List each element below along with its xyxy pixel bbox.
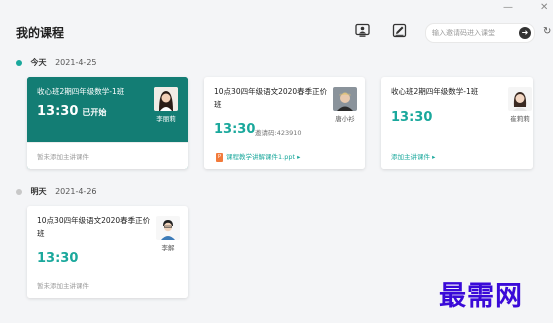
course-time: 13:30	[214, 122, 256, 137]
course-status: 已开始	[82, 108, 107, 117]
add-courseware-link[interactable]: 添加主讲课件 ▸	[391, 151, 435, 161]
course-title: 10点30四年级语文2020春季正价班	[37, 216, 151, 238]
section-day: 今天	[30, 58, 47, 67]
refresh-icon[interactable]: ↻	[543, 26, 551, 37]
teacher-name: 李解	[161, 244, 175, 252]
watermark-logo: 最需网	[439, 281, 523, 312]
course-card[interactable]: 收心班2期四年级数学-1班 13:30 已开始 李丽莉 暂未添加主讲课件	[27, 77, 188, 169]
page-title: 我的课程	[16, 26, 65, 40]
teacher-name: 李丽莉	[156, 115, 176, 123]
card-footer: 暂未添加主讲课件	[27, 272, 188, 298]
invite-code: 邀请码:423910	[255, 129, 302, 137]
course-title: 收心班2期四年级数学-1班	[37, 87, 125, 96]
minimize-button[interactable]: —	[503, 2, 513, 14]
close-button[interactable]: ✕	[540, 2, 548, 14]
course-card[interactable]: 收心班2期四年级数学-1班 13:30 崔莉莉 添加主讲课件 ▸	[381, 77, 533, 169]
section-header-tomorrow: 明天 2021-4-26	[16, 186, 97, 197]
course-time: 13:30	[37, 251, 79, 266]
avatar	[154, 87, 178, 111]
avatar	[156, 216, 180, 240]
course-card[interactable]: 10点30四年级语文2020春季正价班 13:30 李解 暂未添加主讲课件	[27, 206, 188, 298]
section-day: 明天	[30, 187, 47, 196]
section-dot	[16, 59, 22, 66]
card-footer: P 课程教学讲解课件1.ppt ▸	[204, 143, 365, 169]
pen-edit-icon[interactable]	[392, 23, 407, 38]
course-time: 13:30	[391, 110, 433, 125]
course-title: 收心班2期四年级数学-1班	[391, 87, 479, 96]
courseware-status: 暂未添加主讲课件	[37, 153, 89, 161]
course-time: 13:30 已开始	[37, 104, 107, 119]
course-title: 10点30四年级语文2020春季正价班	[214, 87, 328, 109]
section-date: 2021-4-25	[55, 58, 97, 67]
avatar	[508, 87, 532, 111]
search-box: ➜	[425, 23, 535, 43]
course-card[interactable]: 10点30四年级语文2020春季正价班 13:30 邀请码:423910 唐小衫…	[204, 77, 365, 169]
section-header-today: 今天 2021-4-25	[16, 57, 97, 68]
search-go-icon[interactable]: ➜	[519, 27, 531, 39]
avatar	[333, 87, 357, 111]
section-dot	[16, 188, 22, 195]
courseware-link[interactable]: P 课程教学讲解课件1.ppt ▸	[216, 151, 300, 162]
teacher-name: 崔莉莉	[510, 115, 530, 123]
monitor-person-icon[interactable]	[355, 23, 370, 38]
courseware-status: 暂未添加主讲课件	[37, 282, 89, 290]
ppt-file-icon: P	[216, 152, 223, 162]
card-footer: 暂未添加主讲课件	[27, 142, 188, 169]
section-date: 2021-4-26	[55, 187, 97, 196]
invite-code-input[interactable]	[432, 26, 514, 40]
teacher-name: 唐小衫	[335, 115, 355, 123]
card-footer: 添加主讲课件 ▸	[381, 143, 533, 169]
